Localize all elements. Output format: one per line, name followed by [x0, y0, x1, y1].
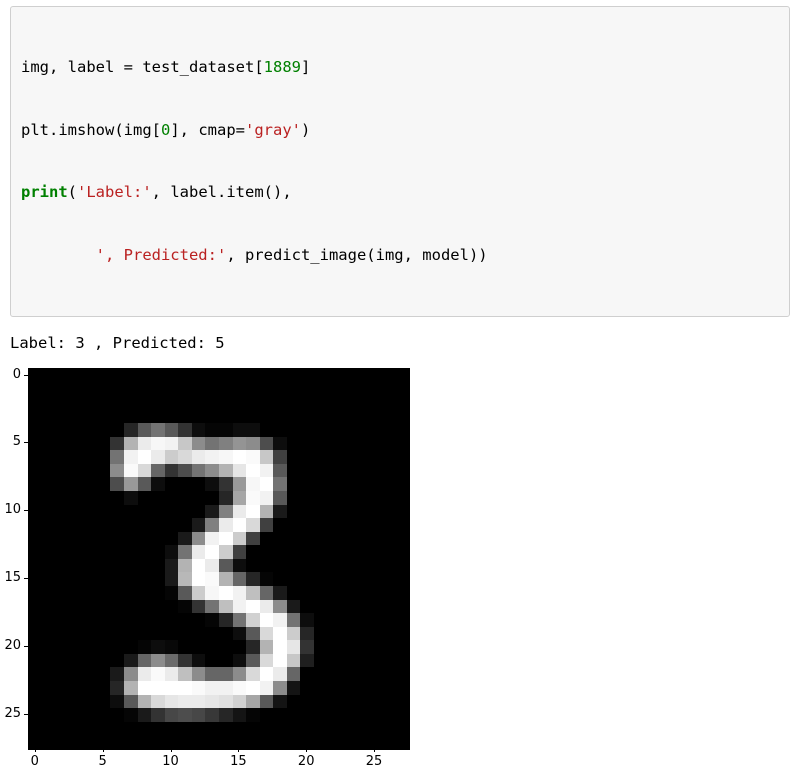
code-input-cell[interactable]: img, label = test_dataset[1889] plt.imsh…	[10, 6, 790, 317]
heatmap-axes: 05101520250510152025	[28, 368, 408, 748]
stdout-output: Label: 3 , Predicted: 5	[10, 333, 790, 354]
notebook-cell-region: img, label = test_dataset[1889] plt.imsh…	[0, 0, 800, 601]
heatmap-grid	[28, 368, 410, 750]
string-literal: 'gray'	[245, 121, 301, 139]
plot-output: 05101520250510152025	[28, 368, 790, 748]
index-literal: 1889	[264, 58, 301, 76]
string-literal: 'Label:'	[77, 183, 152, 201]
keyword-print: print	[21, 183, 68, 201]
code-line-2: plt.imshow(img[0], cmap='gray')	[21, 120, 779, 141]
code-line-3: print('Label:', label.item(),	[21, 182, 779, 203]
code-line-4: ', Predicted:', predict_image(img, model…	[21, 245, 779, 266]
string-literal: ', Predicted:'	[96, 246, 227, 264]
code-line-1: img, label = test_dataset[1889]	[21, 57, 779, 78]
